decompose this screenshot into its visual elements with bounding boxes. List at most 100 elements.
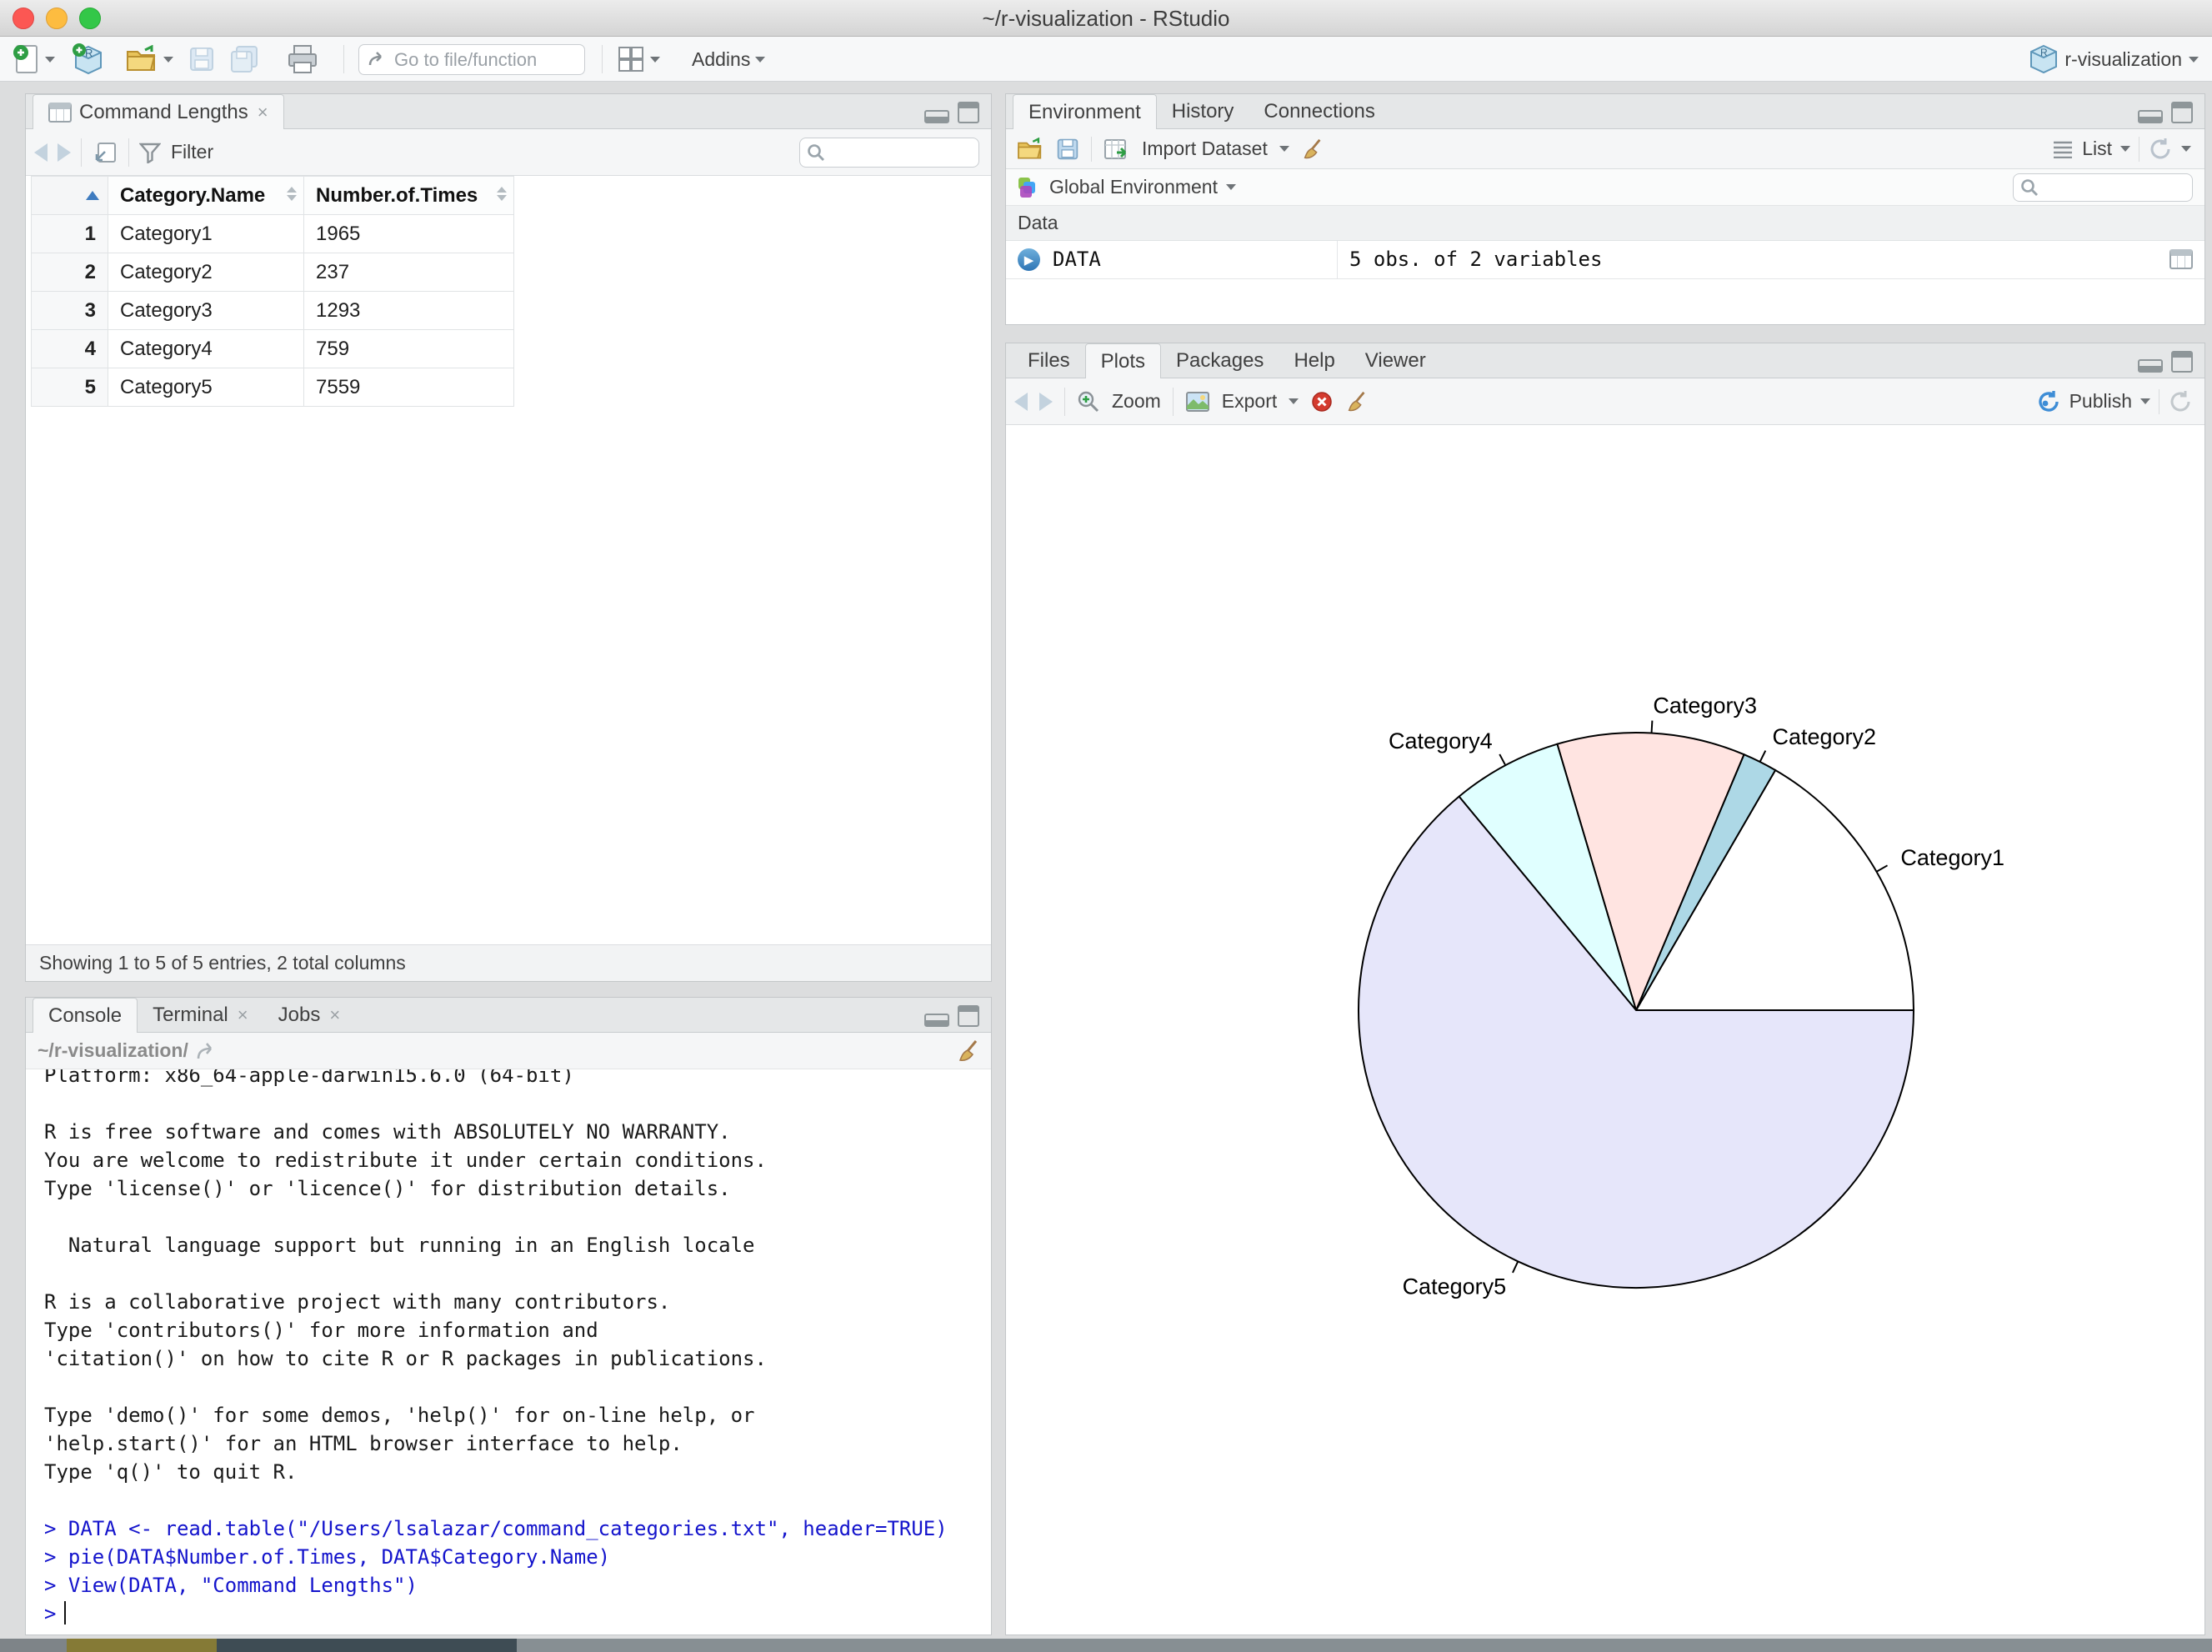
- table-row[interactable]: 1 Category1 1965: [31, 214, 514, 253]
- clear-console-broom-icon[interactable]: [956, 1039, 981, 1064]
- tab-label: Files: [1028, 349, 1070, 372]
- column-header-category.name[interactable]: Category.Name: [108, 176, 304, 215]
- row-number-column-header[interactable]: [31, 176, 108, 215]
- goto-file-search[interactable]: [358, 44, 585, 75]
- table-search-input[interactable]: [830, 141, 972, 163]
- pie-slice-label: Category5: [1403, 1274, 1507, 1299]
- console-output-line: Type 'q()' to quit R.: [44, 1460, 298, 1484]
- table-search-box[interactable]: [799, 137, 979, 168]
- environment-search-input[interactable]: [2044, 176, 2185, 198]
- console-output[interactable]: Platform: x86_64-apple-darwin15.6.0 (64-…: [26, 1069, 991, 1634]
- tab-connections[interactable]: Connections: [1249, 94, 1389, 129]
- minimize-pane-icon[interactable]: [2138, 359, 2163, 373]
- back-arrow-icon[interactable]: [34, 143, 48, 162]
- table-row[interactable]: 5 Category5 7559: [31, 368, 514, 407]
- clear-environment-broom-icon[interactable]: [1301, 138, 1324, 161]
- new-file-button[interactable]: [12, 37, 55, 82]
- tab-plots[interactable]: Plots: [1084, 343, 1162, 379]
- publish-icon: [2038, 390, 2059, 412]
- window-title: ~/r-visualization - RStudio: [982, 6, 1230, 31]
- view-table-icon[interactable]: [2169, 249, 2193, 269]
- console-command-line: > DATA <- read.table("/Users/lsalazar/co…: [44, 1517, 948, 1540]
- sort-arrows-icon[interactable]: [497, 187, 507, 201]
- global-environment-dropdown[interactable]: Global Environment: [1049, 176, 1218, 198]
- maximize-pane-icon[interactable]: [958, 102, 979, 123]
- column-header-number.of.times[interactable]: Number.of.Times: [303, 176, 514, 215]
- close-tab-icon[interactable]: ×: [258, 102, 268, 123]
- clear-plots-broom-icon[interactable]: [1345, 390, 1369, 413]
- project-menu-button[interactable]: R r-visualization: [2029, 37, 2199, 82]
- previous-plot-icon[interactable]: [1014, 392, 1028, 411]
- goto-file-input[interactable]: [394, 48, 561, 71]
- refresh-plot-icon[interactable]: [2168, 389, 2193, 414]
- tab-history[interactable]: History: [1157, 94, 1249, 129]
- sort-arrows-icon[interactable]: [287, 187, 297, 201]
- open-in-window-icon[interactable]: [92, 140, 118, 165]
- maximize-pane-icon[interactable]: [958, 1005, 979, 1027]
- data-table-icon: [48, 103, 72, 123]
- tab-label: Environment: [1028, 101, 1141, 123]
- addins-button[interactable]: Addins: [692, 37, 766, 82]
- new-project-button[interactable]: R: [72, 37, 105, 82]
- table-row[interactable]: 3 Category3 1293: [31, 291, 514, 330]
- print-button[interactable]: [287, 37, 318, 82]
- save-button[interactable]: [188, 37, 215, 82]
- open-file-button[interactable]: [125, 37, 173, 82]
- environment-search-box[interactable]: [2013, 173, 2193, 202]
- console-command-line: > pie(DATA$Number.of.Times, DATA$Categor…: [44, 1545, 611, 1569]
- column-divider: [1337, 241, 1338, 278]
- pie-label-tick: [1650, 720, 1654, 733]
- maximize-pane-icon[interactable]: [2171, 102, 2193, 123]
- list-view-button[interactable]: List: [2082, 138, 2112, 160]
- tab-jobs[interactable]: Jobs ×: [263, 998, 356, 1033]
- table-cell: 1965: [303, 214, 514, 253]
- close-tab-icon[interactable]: ×: [329, 1004, 340, 1026]
- close-tab-icon[interactable]: ×: [238, 1004, 248, 1026]
- tab-terminal[interactable]: Terminal ×: [138, 998, 263, 1033]
- tab-console[interactable]: Console: [33, 998, 138, 1034]
- environment-toolbar: Import Dataset List: [1006, 129, 2204, 169]
- forward-arrow-icon[interactable]: [58, 143, 71, 162]
- table-row[interactable]: 4 Category4 759: [31, 329, 514, 368]
- goto-directory-icon[interactable]: [197, 1042, 218, 1060]
- remove-plot-icon[interactable]: [1310, 390, 1334, 413]
- import-dataset-button[interactable]: Import Dataset: [1142, 138, 1268, 160]
- data-viewer-pane: Command Lengths × Filter Category.Name N…: [25, 93, 992, 982]
- table-row[interactable]: 2 Category2 237: [31, 253, 514, 292]
- load-workspace-icon[interactable]: [1016, 137, 1044, 161]
- table-cell: Category1: [108, 214, 304, 253]
- tab-files[interactable]: Files: [1013, 343, 1085, 378]
- tab-packages[interactable]: Packages: [1161, 343, 1279, 378]
- tab-viewer[interactable]: Viewer: [1350, 343, 1441, 378]
- save-workspace-icon[interactable]: [1056, 138, 1079, 161]
- global-environment-icon: [1018, 177, 1035, 198]
- tab-help[interactable]: Help: [1279, 343, 1349, 378]
- next-plot-icon[interactable]: [1039, 392, 1053, 411]
- export-plot-button[interactable]: Export: [1222, 390, 1277, 413]
- tab-label: Connections: [1264, 100, 1375, 123]
- console-prompt: >: [44, 1602, 57, 1625]
- console-path-bar: ~/r-visualization/: [26, 1033, 991, 1069]
- svg-text:R: R: [85, 47, 93, 59]
- environment-object-row[interactable]: ▶ DATA 5 obs. of 2 variables: [1006, 241, 2204, 279]
- console-output-line: Type 'demo()' for some demos, 'help()' f…: [44, 1404, 755, 1427]
- table-cell: Category2: [108, 253, 304, 292]
- panes-layout-button[interactable]: [617, 37, 660, 82]
- save-all-button[interactable]: [230, 37, 260, 82]
- minimize-pane-icon[interactable]: [2138, 110, 2163, 123]
- maximize-pane-icon[interactable]: [2171, 351, 2193, 373]
- expand-object-icon[interactable]: ▶: [1018, 248, 1040, 271]
- minimize-pane-icon[interactable]: [924, 1014, 949, 1027]
- filter-button[interactable]: Filter: [171, 141, 213, 163]
- refresh-environment-icon[interactable]: [2148, 137, 2173, 162]
- data-table: Category.Name Number.of.Times 1 Category1 1…: [31, 176, 514, 407]
- table-cell: 237: [303, 253, 514, 292]
- publish-button[interactable]: Publish: [2069, 390, 2132, 413]
- export-caret-icon: [1289, 398, 1299, 404]
- zoom-plot-button[interactable]: Zoom: [1112, 390, 1161, 413]
- plot-area: Category1 Category2 Category3 Category4 Cate…: [1006, 425, 2204, 1634]
- minimize-pane-icon[interactable]: [924, 110, 949, 123]
- tab-environment[interactable]: Environment: [1013, 94, 1157, 130]
- tab-command-lengths[interactable]: Command Lengths ×: [33, 94, 284, 130]
- plots-tabstrip: Files Plots Packages Help Viewer: [1006, 343, 2204, 379]
